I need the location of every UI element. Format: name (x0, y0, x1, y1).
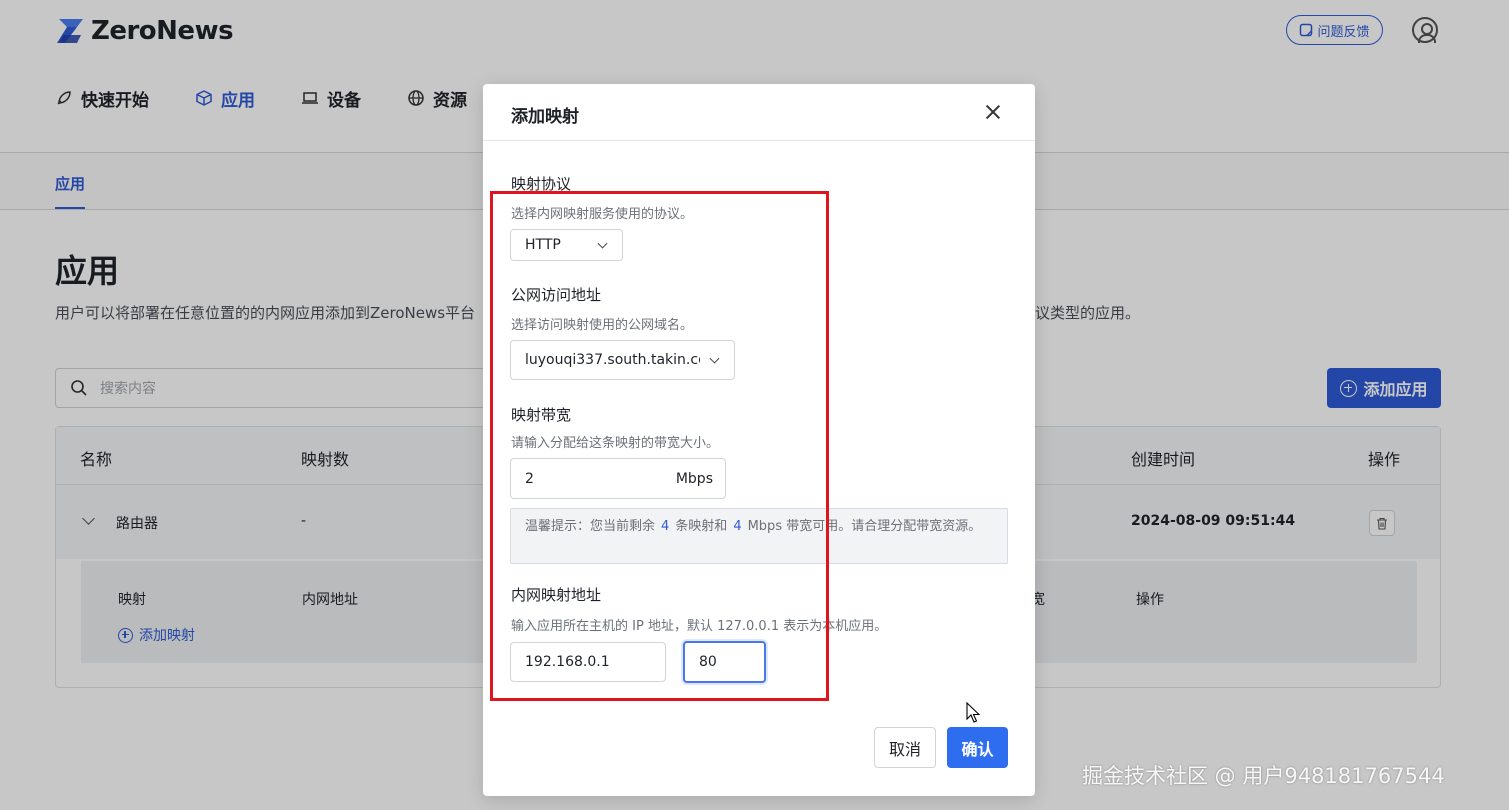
confirm-button[interactable]: 确认 (947, 727, 1008, 768)
close-icon[interactable] (983, 102, 1003, 122)
watermark-text: 掘金技术社区 @ 用户948181767544 (1082, 764, 1445, 788)
cancel-button[interactable]: 取消 (874, 727, 936, 768)
mouse-cursor-icon (966, 702, 980, 723)
dialog-title: 添加映射 (511, 107, 579, 127)
annotation-highlight (490, 191, 829, 701)
dialog-header: 添加映射 (483, 84, 1035, 141)
